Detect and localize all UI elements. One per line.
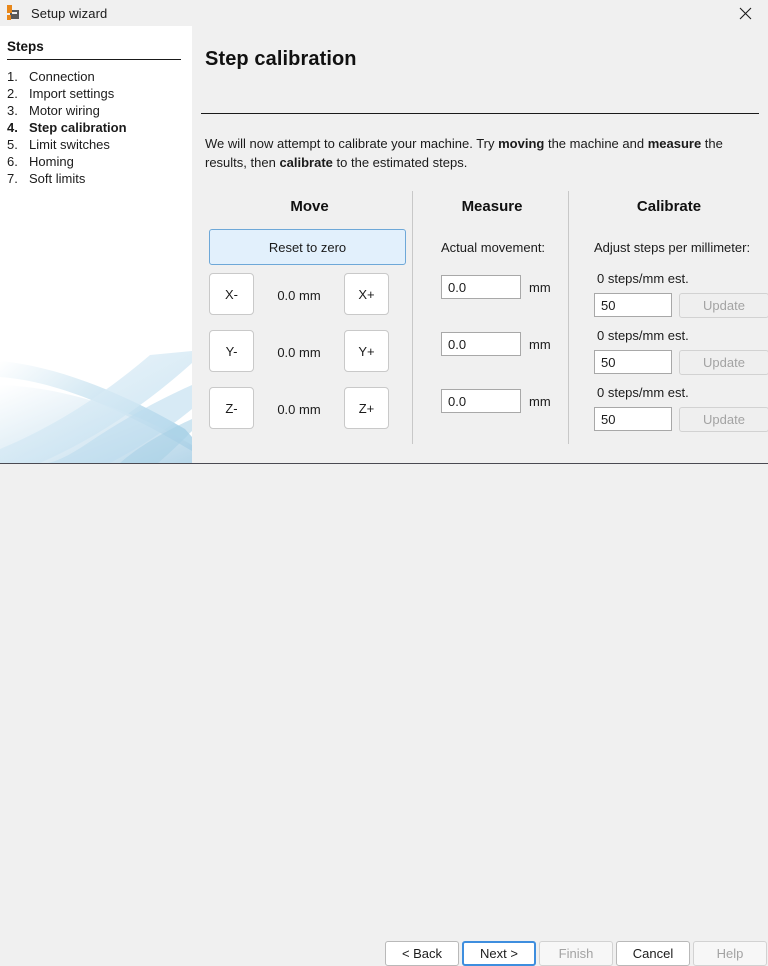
next-button[interactable]: Next > — [462, 941, 536, 966]
step-label: Homing — [29, 154, 74, 169]
measure-unit-y: mm — [529, 337, 551, 352]
measure-unit-x: mm — [529, 280, 551, 295]
update-x-button[interactable]: Update — [679, 293, 768, 318]
step-number: 5. — [7, 137, 18, 152]
jog-z-plus-button[interactable]: Z+ — [344, 387, 389, 429]
adjust-steps-label: Adjust steps per millimeter: — [594, 240, 751, 255]
sidebar-item-soft-limits[interactable]: 7. Soft limits — [7, 171, 187, 188]
steps-estimate-x: 0 steps/mm est. — [597, 271, 689, 286]
step-label: Limit switches — [29, 137, 110, 152]
actual-movement-y-input[interactable] — [441, 332, 521, 356]
step-number: 3. — [7, 103, 18, 118]
intro-part-1: We will now attempt to calibrate your ma… — [205, 136, 499, 151]
sidebar-item-import-settings[interactable]: 2. Import settings — [7, 86, 187, 103]
y-position-value: 0.0 mm — [277, 345, 321, 360]
move-column-heading: Move — [290, 198, 329, 215]
steps-per-mm-z-input[interactable] — [594, 407, 672, 431]
back-button[interactable]: < Back — [385, 941, 459, 966]
machine-icon — [6, 5, 22, 21]
main-content: Step calibration We will now attempt to … — [192, 26, 768, 463]
sidebar-heading: Steps — [7, 39, 44, 54]
steps-estimate-z: 0 steps/mm est. — [597, 385, 689, 400]
finish-button[interactable]: Finish — [539, 941, 613, 966]
column-divider-2 — [568, 191, 569, 444]
jog-z-minus-button[interactable]: Z- — [209, 387, 254, 429]
close-icon[interactable] — [722, 0, 768, 26]
step-number: 7. — [7, 171, 18, 186]
calibrate-column-heading: Calibrate — [636, 198, 702, 215]
measure-unit-z: mm — [529, 394, 551, 409]
steps-sidebar: Steps 1. Connection 2. Import settings 3… — [0, 26, 192, 463]
sidebar-item-connection[interactable]: 1. Connection — [7, 69, 187, 86]
jog-x-minus-button[interactable]: X- — [209, 273, 254, 315]
steps-list: 1. Connection 2. Import settings 3. Moto… — [7, 69, 187, 188]
sidebar-item-step-calibration[interactable]: 4. Step calibration — [7, 120, 187, 137]
intro-text: We will now attempt to calibrate your ma… — [205, 134, 753, 172]
step-label: Soft limits — [29, 171, 86, 186]
swoosh-graphic — [0, 351, 192, 463]
step-label: Motor wiring — [29, 103, 100, 118]
steps-estimate-y: 0 steps/mm est. — [597, 328, 689, 343]
sidebar-item-limit-switches[interactable]: 5. Limit switches — [7, 137, 187, 154]
steps-per-mm-x-input[interactable] — [594, 293, 672, 317]
intro-bold-moving: moving — [498, 136, 545, 151]
step-label: Connection — [29, 69, 95, 84]
help-button[interactable]: Help — [693, 941, 767, 966]
column-divider-1 — [412, 191, 413, 444]
page-title: Step calibration — [205, 48, 357, 70]
window-title: Setup wizard — [31, 5, 108, 21]
actual-movement-z-input[interactable] — [441, 389, 521, 413]
step-number: 2. — [7, 86, 18, 101]
step-label: Step calibration — [29, 120, 127, 135]
title-bar: Setup wizard — [0, 0, 768, 26]
steps-per-mm-y-input[interactable] — [594, 350, 672, 374]
sidebar-item-homing[interactable]: 6. Homing — [7, 154, 187, 171]
footer-bar: < Back Next > Finish Cancel Help — [0, 464, 768, 966]
intro-part-4: to the estimated steps. — [332, 155, 468, 170]
jog-x-plus-button[interactable]: X+ — [344, 273, 389, 315]
actual-movement-x-input[interactable] — [441, 275, 521, 299]
step-label: Import settings — [29, 86, 115, 101]
sidebar-item-motor-wiring[interactable]: 3. Motor wiring — [7, 103, 187, 120]
step-number: 6. — [7, 154, 18, 169]
setup-wizard-window: Setup wizard Steps 1. Connection 2. Impo… — [0, 0, 768, 966]
x-position-value: 0.0 mm — [277, 288, 321, 303]
sidebar-heading-rule — [7, 59, 181, 60]
intro-bold-calibrate: calibrate — [279, 155, 333, 170]
page-title-rule — [201, 113, 759, 114]
step-number: 1. — [7, 69, 18, 84]
jog-y-minus-button[interactable]: Y- — [209, 330, 254, 372]
actual-movement-label: Actual movement: — [441, 240, 546, 255]
z-position-value: 0.0 mm — [277, 402, 321, 417]
jog-y-plus-button[interactable]: Y+ — [344, 330, 389, 372]
intro-bold-measure: measure — [647, 136, 702, 151]
measure-column-heading: Measure — [461, 198, 523, 215]
update-z-button[interactable]: Update — [679, 407, 768, 432]
cancel-button[interactable]: Cancel — [616, 941, 690, 966]
step-number: 4. — [7, 120, 18, 135]
update-y-button[interactable]: Update — [679, 350, 768, 375]
reset-to-zero-button[interactable]: Reset to zero — [209, 229, 406, 265]
intro-part-2: the machine and — [544, 136, 648, 151]
